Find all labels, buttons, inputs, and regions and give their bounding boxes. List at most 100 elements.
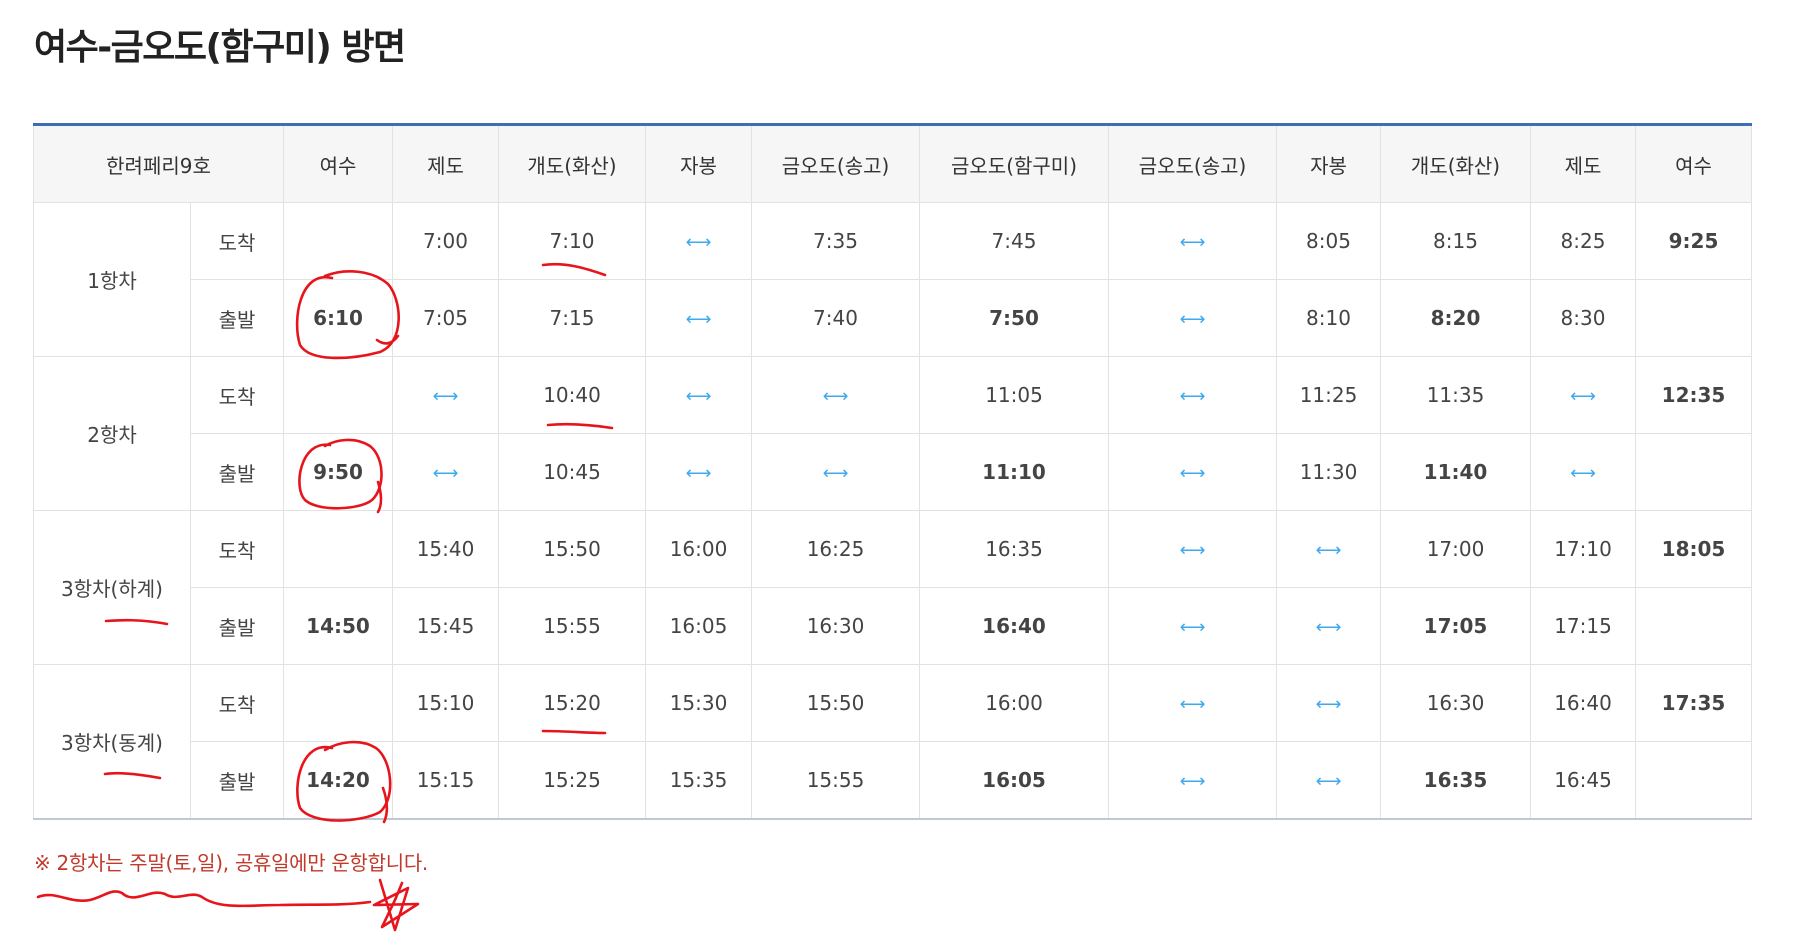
page-title: 여수-금오도(함구미) 방면 [34,27,406,68]
trip-label: 2항차 [33,356,191,511]
time-cell [283,356,394,434]
time-cell: 15:35 [645,741,753,820]
time-cell: 7:15 [498,279,647,357]
time-cell: 16:30 [751,587,921,665]
time-cell: 11:30 [1276,433,1382,511]
time-cell: 8:20 [1380,279,1532,357]
stop-header: 금오도(송고) [751,124,921,203]
stop-header: 금오도(함구미) [919,124,1110,203]
time-cell: 6:10 [283,279,394,357]
time-cell: 16:05 [919,741,1110,820]
time-cell: ⟷ [1276,741,1382,820]
row-type-label: 도착 [189,510,285,588]
double-arrow-icon: ⟷ [822,463,849,484]
time-cell: ⟷ [1108,741,1278,820]
time-cell: 15:30 [645,664,753,742]
double-arrow-icon: ⟷ [1315,694,1342,715]
timetable-page: 여수-금오도(함구미) 방면 한려페리9호 여수 제도 개도(화산) 자봉 금오… [0,0,1811,936]
double-arrow-icon: ⟷ [1315,540,1342,561]
time-cell: 15:55 [751,741,921,820]
time-cell [1635,433,1753,511]
vessel-name-header: 한려페리9호 [32,124,285,203]
time-cell: 7:40 [751,279,921,357]
time-cell: 12:35 [1635,356,1753,434]
time-cell: 16:00 [645,510,753,588]
row-type-label: 출발 [189,741,285,820]
double-arrow-icon: ⟷ [1179,463,1206,484]
double-arrow-icon: ⟷ [1179,771,1206,792]
time-cell: 15:20 [498,664,647,742]
time-cell: ⟷ [392,356,500,434]
trip-label: 1항차 [33,202,191,357]
double-arrow-icon: ⟷ [685,309,712,330]
double-arrow-icon: ⟷ [1570,463,1596,484]
time-cell: 7:45 [919,202,1110,280]
time-cell: 7:05 [392,279,500,357]
time-cell [1635,279,1753,357]
scribble-underline [36,890,372,908]
double-arrow-icon: ⟷ [685,386,712,407]
time-cell: ⟷ [1530,433,1637,511]
double-arrow-icon: ⟷ [1179,386,1206,407]
time-cell [1635,587,1753,665]
time-cell: 16:00 [919,664,1110,742]
time-cell: 16:35 [1380,741,1532,820]
time-cell [283,510,394,588]
time-cell: 11:35 [1380,356,1532,434]
time-cell: ⟷ [1276,510,1382,588]
row-type-label: 도착 [189,356,285,434]
time-cell: 9:25 [1635,202,1753,280]
time-cell: 8:15 [1380,202,1532,280]
time-cell: 18:05 [1635,510,1753,588]
row-type-label: 출발 [189,587,285,665]
stop-header: 자봉 [645,124,753,203]
time-cell: 15:45 [392,587,500,665]
time-cell: ⟷ [645,356,753,434]
time-cell: 9:50 [283,433,394,511]
time-cell: ⟷ [1276,587,1382,665]
stop-header: 개도(화산) [1380,124,1532,203]
stop-header: 자봉 [1276,124,1382,203]
time-cell: 11:25 [1276,356,1382,434]
double-arrow-icon: ⟷ [1179,540,1206,561]
time-cell: 11:05 [919,356,1110,434]
time-cell: ⟷ [751,356,921,434]
trip-label: 3항차(하계) [33,510,191,665]
double-arrow-icon: ⟷ [1179,694,1206,715]
time-cell: 11:10 [919,433,1110,511]
time-cell: ⟷ [1108,356,1278,434]
double-arrow-icon: ⟷ [1570,386,1596,407]
time-cell: 7:10 [498,202,647,280]
time-cell [283,202,394,280]
time-cell: 15:10 [392,664,500,742]
time-cell: ⟷ [1108,279,1278,357]
time-cell: 16:25 [751,510,921,588]
double-arrow-icon: ⟷ [1179,232,1206,253]
time-cell: 7:50 [919,279,1110,357]
time-cell: ⟷ [1108,664,1278,742]
time-cell: 16:45 [1530,741,1637,820]
time-cell: 17:10 [1530,510,1637,588]
double-arrow-icon: ⟷ [685,463,712,484]
row-type-label: 도착 [189,664,285,742]
time-cell: ⟷ [645,279,753,357]
time-cell: 16:40 [919,587,1110,665]
time-cell: 15:15 [392,741,500,820]
double-arrow-icon: ⟷ [1179,617,1206,638]
stop-header: 개도(화산) [498,124,647,203]
time-cell: ⟷ [392,433,500,511]
time-cell: ⟷ [1108,202,1278,280]
time-cell: 10:40 [498,356,647,434]
double-arrow-icon: ⟷ [1315,617,1342,638]
time-cell: 7:35 [751,202,921,280]
table-row: 출발 9:50 ⟷ 10:45 ⟷ ⟷ 11:10 ⟷ 11:30 11:40 ⟷ [34,433,1753,511]
trip-label: 3항차(동계) [33,664,191,820]
table-row: 2항차 도착 ⟷ 10:40 ⟷ ⟷ 11:05 ⟷ 11:25 11:35 ⟷ 12:35 [33,356,1753,511]
time-cell: 17:15 [1530,587,1637,665]
time-cell: 17:05 [1380,587,1532,665]
time-cell [1635,741,1753,820]
time-cell: 8:30 [1530,279,1637,357]
double-arrow-icon: ⟷ [432,386,459,407]
double-arrow-icon: ⟷ [432,463,459,484]
stop-header: 제도 [392,124,500,203]
